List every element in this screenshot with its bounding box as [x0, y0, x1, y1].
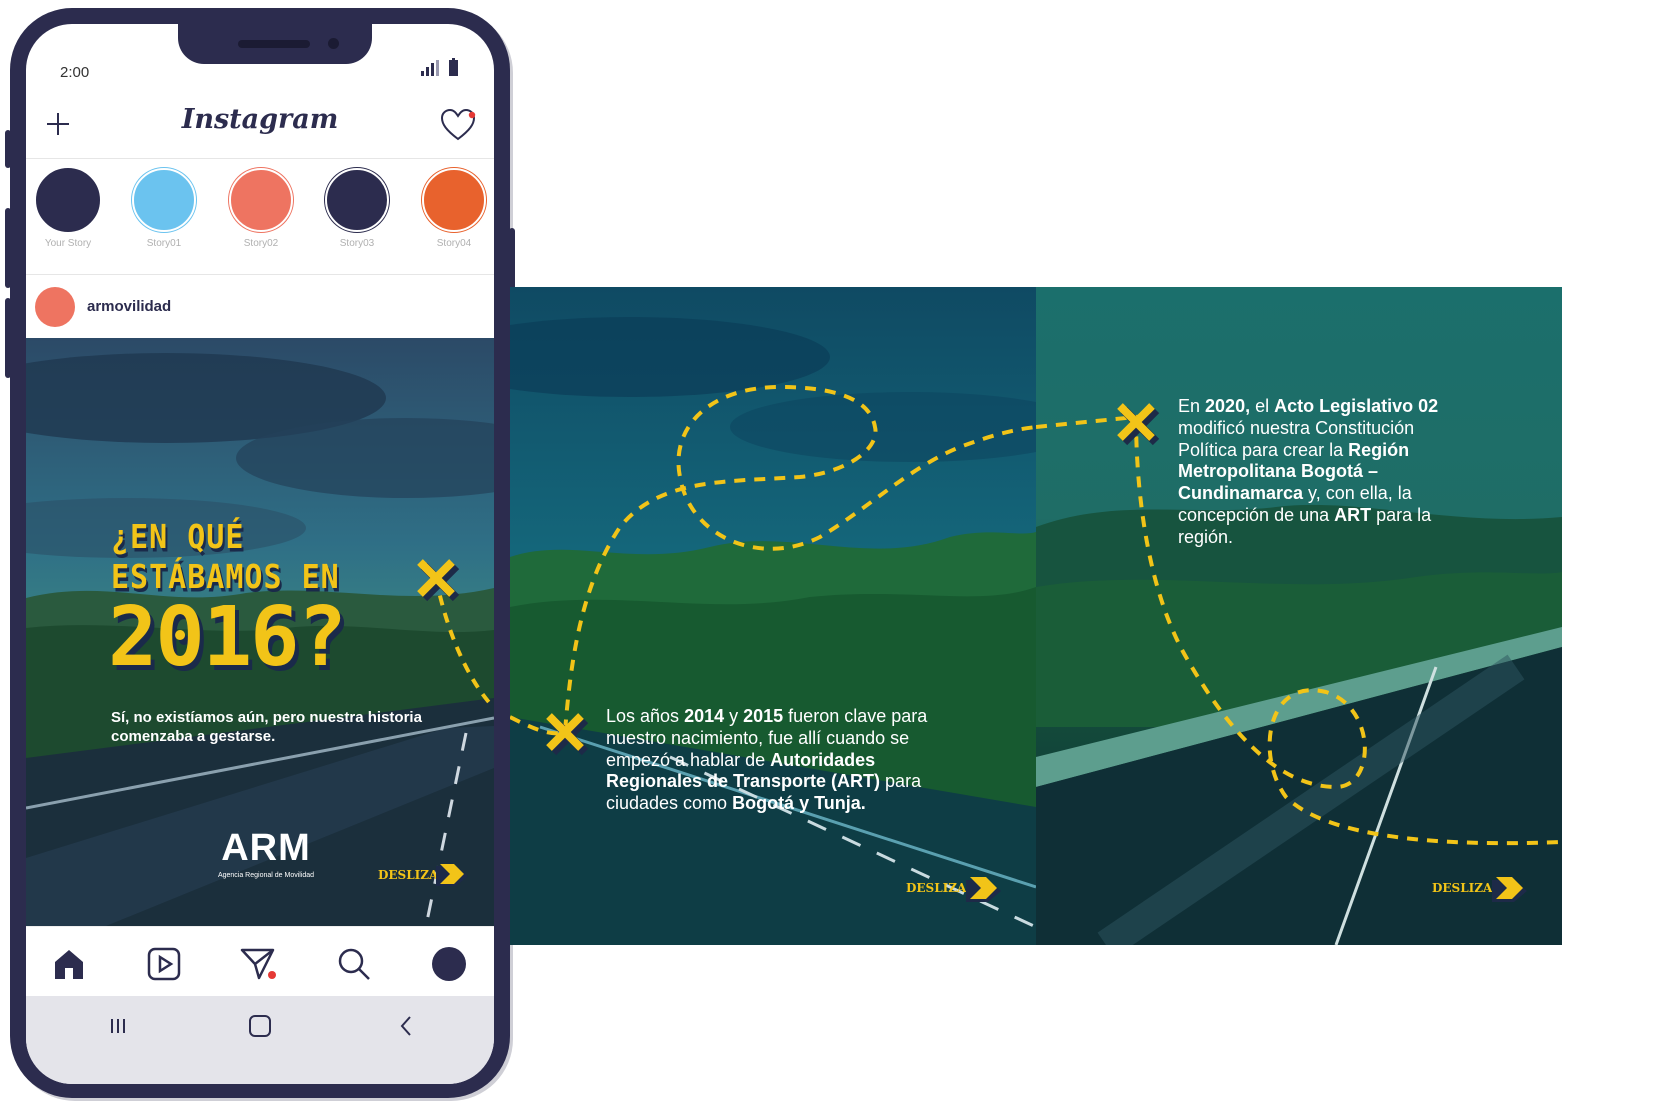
swipe-arrow-icon	[1492, 877, 1527, 902]
recent-apps-icon[interactable]	[108, 1016, 128, 1036]
logo-caption: Agencia Regional de Movilidad	[217, 872, 315, 879]
nav-reels[interactable]	[144, 944, 184, 984]
story-label: Story03	[339, 238, 375, 249]
swipe-label: DESLIZA	[378, 868, 439, 882]
back-icon[interactable]	[396, 1014, 416, 1038]
instagram-header: Instagram	[26, 92, 494, 159]
nav-direct[interactable]	[239, 944, 279, 984]
story-label: Story01	[146, 238, 182, 249]
phone-volume-down	[5, 298, 11, 378]
system-navigation-bar	[26, 996, 494, 1084]
story-avatar	[422, 168, 486, 232]
direct-icon	[240, 948, 276, 980]
post-subtitle: Sí, no existíamos aún, pero nuestra hist…	[111, 709, 422, 745]
status-icons	[421, 58, 458, 76]
headline-year: 2016?	[108, 590, 347, 685]
story-04[interactable]: Story04	[414, 168, 494, 249]
battery-icon	[449, 58, 458, 76]
post-header: armovilidad	[26, 274, 494, 338]
phone-frame: 2:00 Instagram Your Story Story01 Story0…	[5, 8, 515, 1098]
slide-2-text: Los años 2014 y 2015 fueron clave para n…	[606, 706, 928, 814]
swipe-arrow-icon	[436, 864, 468, 886]
headline-line-1: ¿EN QUÉ	[111, 518, 245, 557]
story-avatar	[36, 168, 100, 232]
nav-profile[interactable]	[429, 944, 469, 984]
story-02[interactable]: Story02	[221, 168, 301, 249]
story-03[interactable]: Story03	[317, 168, 397, 249]
story-label: Story02	[243, 238, 279, 249]
story-avatar	[132, 168, 196, 232]
slide-3-text: En 2020, el Acto Legislativo 02 modificó…	[1178, 396, 1439, 547]
story-your-story[interactable]: Your Story	[28, 168, 108, 249]
road-forest-image	[510, 287, 1036, 945]
signal-icon	[421, 60, 439, 76]
home-button-icon[interactable]	[248, 1014, 272, 1038]
reels-icon	[147, 947, 181, 981]
notch	[178, 24, 372, 64]
phone-screen: 2:00 Instagram Your Story Story01 Story0…	[26, 24, 494, 1084]
carousel-slide-3: En 2020, el Acto Legislativo 02 modificó…	[1036, 287, 1562, 945]
app-title: Instagram	[181, 104, 339, 135]
post-username[interactable]: armovilidad	[87, 298, 171, 315]
phone-side-button	[5, 130, 11, 168]
carousel-slide-2: Los años 2014 y 2015 fueron clave para n…	[510, 287, 1036, 945]
bottom-navigation	[26, 926, 494, 997]
home-icon	[55, 950, 83, 979]
nav-home[interactable]	[49, 944, 89, 984]
activity-heart-icon[interactable]	[440, 108, 478, 142]
post-image[interactable]: ¿EN QUÉ ESTÁBAMOS EN 2016? Sí, no existí…	[26, 338, 494, 926]
stories-bar: Your Story Story01 Story02 Story03 Story…	[26, 158, 494, 275]
story-label: Story04	[436, 238, 472, 249]
logo-text: ARM	[221, 827, 311, 869]
swipe-label: DESLIZA	[1432, 881, 1493, 895]
story-label: Your Story	[44, 238, 92, 249]
nav-search[interactable]	[334, 944, 374, 984]
road-guardrail-image	[1036, 287, 1562, 945]
swipe-arrow-icon	[966, 877, 1001, 902]
avatar[interactable]	[35, 287, 75, 327]
story-01[interactable]: Story01	[124, 168, 204, 249]
profile-icon	[432, 947, 466, 981]
story-avatar	[325, 168, 389, 232]
status-time: 2:00	[60, 64, 90, 81]
phone-volume-up	[5, 208, 11, 288]
arm-logo: ARM Agencia Regional de Movilidad	[206, 828, 326, 879]
story-avatar	[229, 168, 293, 232]
search-icon	[338, 948, 370, 980]
swipe-label: DESLIZA	[906, 881, 967, 895]
